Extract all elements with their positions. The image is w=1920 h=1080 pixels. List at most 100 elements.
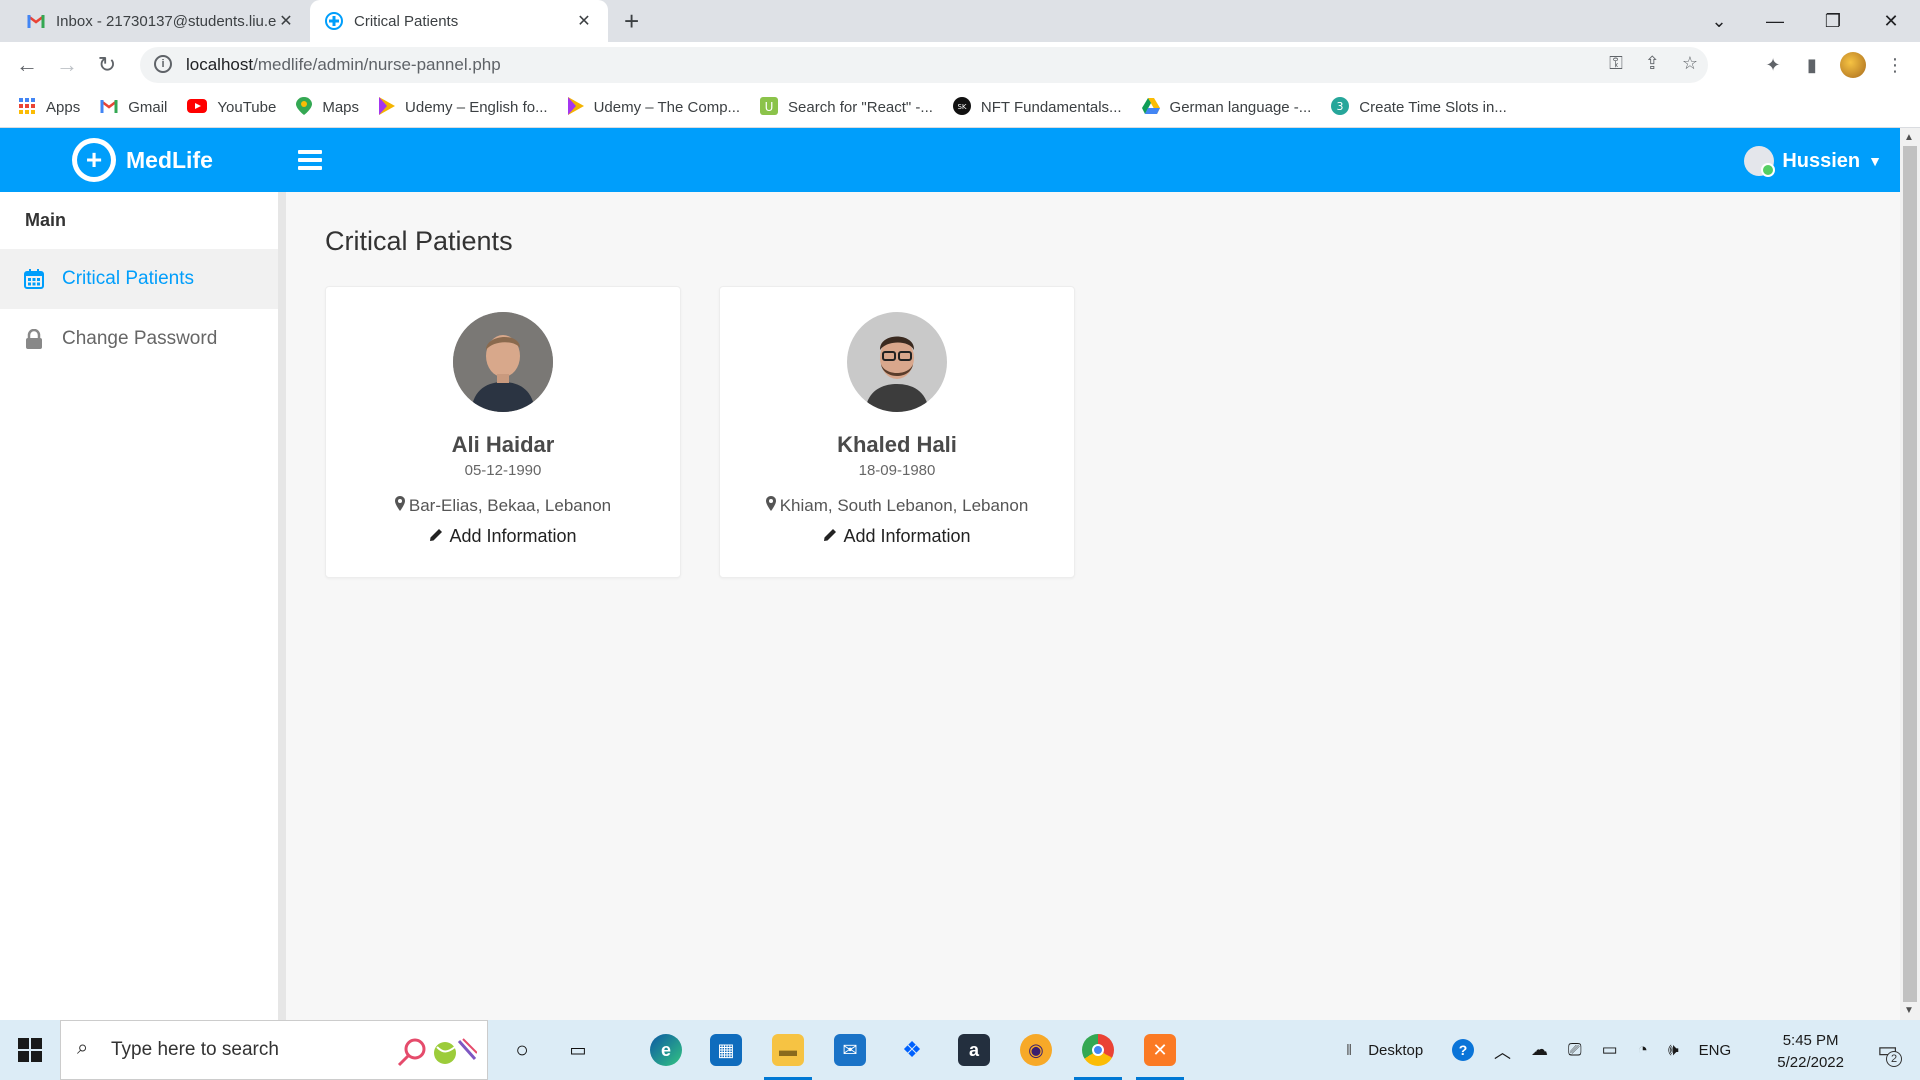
tab-critical-patients[interactable]: Critical Patients ✕ [310,0,608,42]
info-icon[interactable]: i [154,55,172,73]
tab-inbox[interactable]: Inbox - 21730137@students.liu.e ✕ [12,0,310,42]
patient-name: Ali Haidar [451,432,555,457]
close-tab-icon[interactable]: ✕ [276,11,296,31]
cortana-icon[interactable]: ○ [506,1034,538,1066]
youtube-icon [187,98,208,117]
udemy-icon [567,96,584,119]
sidebar-item-change-password[interactable]: Change Password [0,309,279,369]
bookmark-time-slots[interactable]: 3 Create Time Slots in... [1331,96,1507,119]
tab-title: Inbox - 21730137@students.liu.e [56,12,276,30]
notification-count-badge: 2 [1886,1051,1902,1067]
language-indicator[interactable]: ENG [1699,1042,1732,1059]
restore-button[interactable]: ❐ [1804,0,1862,42]
sidebar-scrollbar[interactable] [278,192,286,1020]
volume-icon[interactable]: 🕪 [1668,1040,1679,1060]
patient-name: Khaled Hali [837,432,957,457]
user-menu[interactable]: Hussien ▼ [1744,146,1882,177]
edge-icon[interactable]: e [650,1034,682,1066]
chrome-icon[interactable] [1074,1034,1122,1080]
onedrive-icon[interactable]: ☁ [1531,1040,1548,1060]
new-tab-button[interactable]: + [624,6,639,37]
nft-icon: SK [952,96,971,119]
search-icon: ⌕ [77,1037,89,1059]
share-icon[interactable]: ⇪ [1645,53,1660,74]
clock-date: 5/22/2022 [1777,1054,1844,1071]
bookmark-nft[interactable]: SK NFT Fundamentals... [952,96,1122,119]
taskbar-clock[interactable]: 5:45 PM 5/22/2022 [1777,1030,1844,1074]
location-text: Khiam, South Lebanon, Lebanon [779,496,1029,515]
patient-card: Khaled Hali 18-09-1980 Khiam, South Leba… [719,286,1075,578]
amazon-icon[interactable]: a [958,1034,990,1066]
desktop-toolbar[interactable]: ‖ Desktop [1346,1020,1423,1080]
chevron-up-icon[interactable]: ︿ [1494,1038,1511,1063]
bookmark-german[interactable]: German language -... [1141,97,1312,118]
bookmark-label: NFT Fundamentals... [980,99,1122,116]
sidebar: Main Critical Patients Change Password [0,192,280,1020]
back-arrow-icon[interactable]: ← [12,50,42,80]
svg-text:U: U [765,100,774,114]
add-information-link[interactable]: Add Information [720,526,1074,547]
bookmark-udemy-comp[interactable]: Udemy – The Comp... [567,96,740,119]
address-bar[interactable]: i localhost/medlife/admin/nurse-pannel.p… [140,47,1708,83]
location-text: Bar-Elias, Bekaa, Lebanon [408,496,612,515]
wifi-icon[interactable]: ◔ [1638,1040,1648,1060]
add-information-label: Add Information [449,526,577,546]
slots-icon: 3 [1331,96,1350,119]
gmail-icon [100,99,118,117]
sidebar-item-critical-patients[interactable]: Critical Patients [0,249,279,309]
mail-icon[interactable]: ✉ [834,1034,866,1066]
notification-center-icon[interactable]: ▭ 2 [1877,1037,1902,1067]
bookmark-label: Create Time Slots in... [1359,99,1507,116]
patient-photo [847,312,947,412]
close-window-button[interactable]: ✕ [1862,0,1920,42]
battery-icon[interactable]: ▭ [1602,1040,1618,1060]
bookmark-search-react[interactable]: U Search for "React" -... [760,96,933,119]
page-scrollbar[interactable]: ▲ ▼ [1900,128,1920,1020]
more-menu-icon[interactable]: ⋮ [1880,50,1910,80]
tab-title: Critical Patients [354,12,459,30]
close-tab-icon[interactable]: ✕ [574,11,594,31]
apps-grid-icon [18,97,36,119]
add-information-label: Add Information [843,526,971,546]
bookmark-label: Udemy – English fo... [405,99,548,116]
menu-toggle-icon[interactable] [298,150,322,170]
profile-avatar[interactable] [1838,50,1868,80]
vpn-icon[interactable]: ◉ [1020,1034,1052,1066]
scrollbar-thumb[interactable] [1903,146,1917,1002]
url-path: /medlife/admin/nurse-pannel.php [253,55,501,74]
file-explorer-icon[interactable]: ▬ [764,1034,812,1080]
scroll-up-arrow-icon[interactable]: ▲ [1904,132,1914,143]
tab-search-chevron-icon[interactable]: ⌄ [1690,0,1748,42]
store-icon[interactable]: ▦ [710,1034,742,1066]
meet-now-icon[interactable]: ⎚ [1568,1040,1582,1060]
bookmark-apps[interactable]: Apps [18,97,80,119]
star-icon[interactable]: ☆ [1682,53,1698,74]
extensions-icon[interactable]: ✦ [1758,50,1788,80]
taskbar-search-input[interactable]: ⌕ Type here to search [60,1020,488,1080]
patient-location: Bar-Elias, Bekaa, Lebanon [326,496,680,516]
app-logo[interactable]: + MedLife [72,138,213,182]
sidebar-section-title: Main [25,210,67,230]
minimize-button[interactable]: — [1746,0,1804,42]
add-information-link[interactable]: Add Information [326,526,680,547]
bookmark-udemy-english[interactable]: Udemy – English fo... [379,96,548,119]
xampp-icon[interactable]: ✕ [1136,1034,1184,1080]
bookmark-maps[interactable]: Maps [296,96,359,119]
scroll-down-arrow-icon[interactable]: ▼ [1904,1005,1914,1016]
dropbox-icon[interactable]: ❖ [896,1034,928,1066]
bookmark-gmail[interactable]: Gmail [100,99,167,117]
help-icon[interactable]: ? [1452,1039,1474,1061]
bookmark-label: German language -... [1169,99,1312,116]
maps-icon [296,96,313,119]
search-site-icon: U [760,96,779,119]
caret-down-icon: ▼ [1868,153,1882,169]
key-icon[interactable]: ⚿ [1609,53,1623,74]
bookmark-youtube[interactable]: YouTube [187,98,276,117]
reload-icon[interactable]: ↻ [92,50,122,80]
search-placeholder: Type here to search [111,1039,279,1060]
forward-arrow-icon[interactable]: → [52,50,82,80]
windows-start-icon[interactable] [18,1038,42,1062]
side-panel-icon[interactable]: ▮ [1797,50,1827,80]
task-view-icon[interactable]: ▭ [562,1034,594,1066]
bookmarks-bar: Apps Gmail YouTube Maps Udemy – English … [0,88,1920,128]
